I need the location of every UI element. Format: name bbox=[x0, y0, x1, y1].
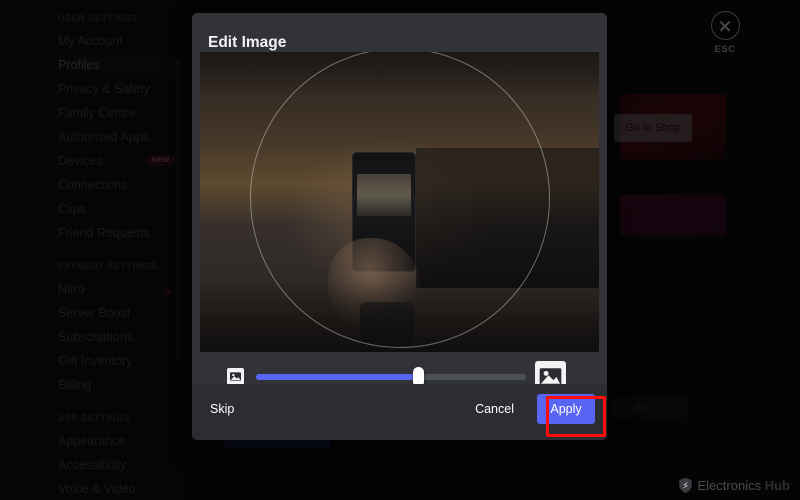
photo-phone-screen bbox=[357, 174, 411, 216]
preview-photo[interactable] bbox=[200, 52, 599, 352]
zoom-slider-track[interactable] bbox=[256, 374, 526, 380]
close-modal-button[interactable]: ESC bbox=[706, 11, 744, 55]
apply-button[interactable]: Apply bbox=[537, 394, 595, 424]
photo-shade-right bbox=[416, 148, 599, 288]
modal-title: Edit Image bbox=[208, 34, 286, 52]
zoom-slider-fill bbox=[256, 374, 418, 380]
cancel-button[interactable]: Cancel bbox=[475, 402, 514, 416]
close-x-icon[interactable] bbox=[711, 11, 740, 40]
watermark-text-bold: Hub bbox=[765, 478, 790, 493]
watermark-text: Electronics Hub bbox=[698, 478, 790, 493]
watermark: Electronics Hub bbox=[678, 477, 790, 493]
esc-label: ESC bbox=[706, 44, 744, 55]
skip-button[interactable]: Skip bbox=[210, 402, 234, 416]
modal-footer: Skip Cancel Apply bbox=[192, 384, 607, 440]
photo-shade-bottom bbox=[200, 282, 599, 352]
screenshot-root: USER SETTINGSMy AccountProfilesPrivacy &… bbox=[0, 0, 800, 500]
photo-shade-top bbox=[200, 52, 599, 96]
image-preview-area[interactable] bbox=[200, 52, 599, 352]
image-small-icon[interactable] bbox=[227, 368, 244, 385]
electronics-hub-logo-icon bbox=[678, 477, 693, 493]
watermark-text-light: Electronics bbox=[698, 478, 765, 493]
edit-image-modal: Edit Image bbox=[192, 13, 607, 440]
